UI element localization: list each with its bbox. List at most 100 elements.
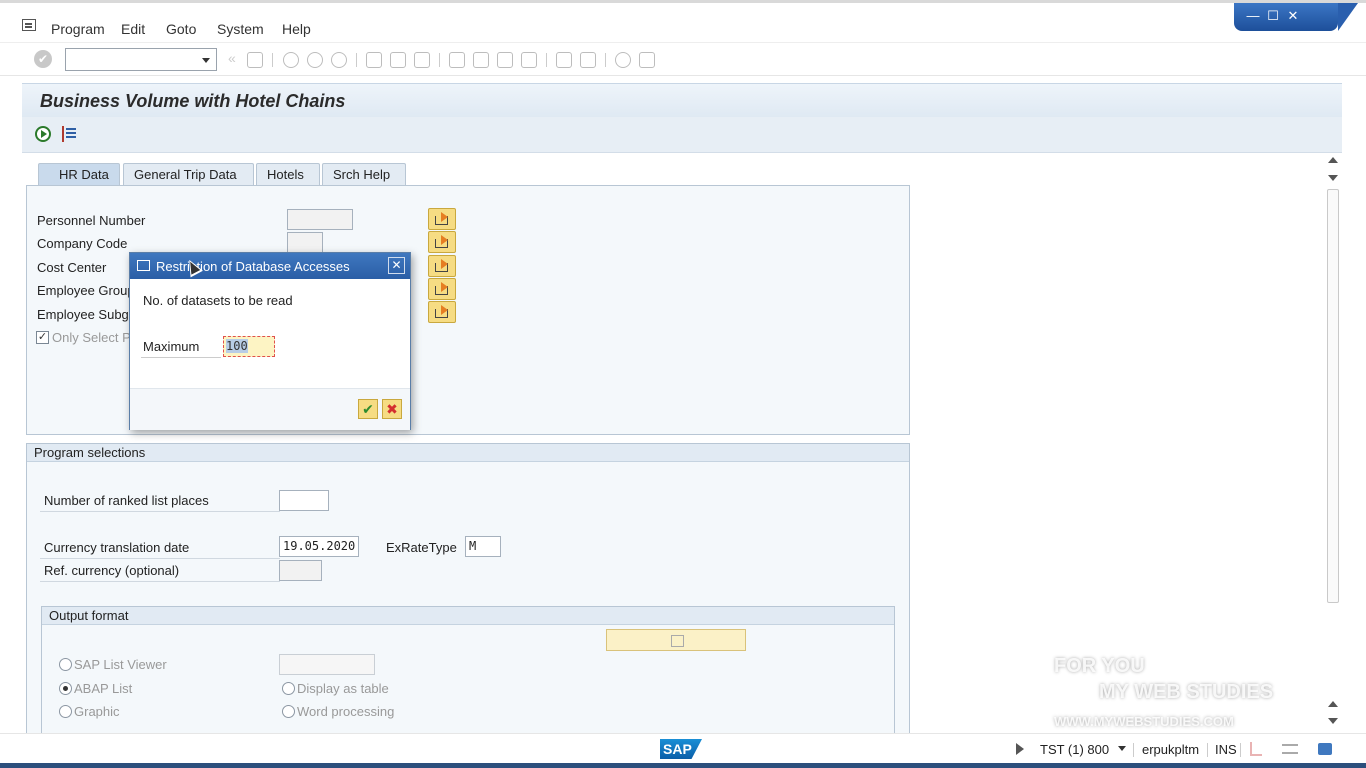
find-next-icon[interactable] <box>414 52 430 68</box>
menu-system[interactable]: System <box>217 21 264 37</box>
close-window-icon[interactable]: ✕ <box>1284 7 1302 24</box>
personnel-number-input[interactable] <box>287 209 353 230</box>
maximum-value: 100 <box>226 339 248 353</box>
sap-logo: SAP <box>660 739 702 759</box>
exit-icon[interactable] <box>307 52 323 68</box>
cost-center-label: Cost Center <box>37 260 107 275</box>
layout-icon[interactable] <box>1282 744 1298 754</box>
enter-check-icon[interactable]: ✔ <box>34 50 52 68</box>
multiple-selection-icon[interactable] <box>428 255 456 277</box>
radio-display-as-table[interactable] <box>282 682 295 695</box>
multiple-selection-icon[interactable] <box>428 208 456 230</box>
watermark-line2: MY WEB STUDIES <box>1099 681 1274 703</box>
program-selections-group: Program selections Number of ranked list… <box>26 443 910 736</box>
save-icon[interactable] <box>247 52 263 68</box>
only-select-label: Only Select P <box>52 330 131 345</box>
program-selections-title: Program selections <box>27 444 909 462</box>
exrate-type-input[interactable]: M <box>465 536 501 557</box>
only-select-checkbox[interactable]: ✓ <box>36 331 49 344</box>
system-info[interactable]: TST (1) 800 <box>1040 742 1109 757</box>
customize-layout-icon[interactable] <box>639 52 655 68</box>
next-page-icon[interactable] <box>497 52 513 68</box>
scroll-up-icon[interactable] <box>1328 701 1338 707</box>
menu-goto[interactable]: Goto <box>166 21 196 37</box>
chevron-down-icon[interactable] <box>1118 746 1126 751</box>
maximum-label: Maximum <box>143 339 200 354</box>
radio-graphic[interactable] <box>59 705 72 718</box>
find-icon[interactable] <box>390 52 406 68</box>
back-icon[interactable] <box>283 52 299 68</box>
output-options-button[interactable] <box>606 629 746 651</box>
scroll-up-icon[interactable] <box>1328 157 1338 163</box>
last-page-icon[interactable] <box>521 52 537 68</box>
output-format-title: Output format <box>42 607 894 625</box>
dialog-text: No. of datasets to be read <box>143 293 293 308</box>
multiple-selection-icon[interactable] <box>428 278 456 300</box>
maximum-input[interactable]: 100 <box>223 336 275 357</box>
selection-options-icon[interactable] <box>62 126 76 142</box>
display-as-table-label: Display as table <box>297 681 389 696</box>
tab-hr-data[interactable]: HR Data <box>38 163 120 185</box>
confirm-button[interactable]: ✔ <box>358 399 378 419</box>
watermark-line1: FOR YOU <box>1054 655 1145 677</box>
multiple-selection-icon[interactable] <box>428 301 456 323</box>
scroll-thumb[interactable] <box>1327 189 1339 603</box>
menu-bar: Program Edit Goto System Help — ☐ ✕ <box>0 0 1366 42</box>
status-bar: SAP TST (1) 800 erpukpltm INS <box>0 733 1366 768</box>
currency-date-label: Currency translation date <box>44 540 190 555</box>
exrate-type-label: ExRateType <box>386 540 457 555</box>
user-info: erpukpltm <box>1142 742 1200 757</box>
company-code-label: Company Code <box>37 236 128 251</box>
ranked-places-input[interactable] <box>279 490 329 511</box>
cancel-button[interactable]: ✖ <box>382 399 402 419</box>
employee-subgroup-label: Employee Subgr <box>37 307 134 322</box>
back-arrows-icon[interactable]: « <box>228 50 244 66</box>
scroll-down-icon[interactable] <box>1328 175 1338 181</box>
company-code-input[interactable] <box>287 232 323 253</box>
close-icon[interactable]: ✕ <box>388 257 405 274</box>
first-page-icon[interactable] <box>449 52 465 68</box>
help-icon[interactable] <box>615 52 631 68</box>
dialog-menu-icon[interactable] <box>137 260 150 271</box>
insert-mode: INS <box>1215 742 1237 757</box>
standard-toolbar: ✔ « <box>0 42 1366 76</box>
word-processing-label: Word processing <box>297 704 395 719</box>
maximize-icon[interactable]: ☐ <box>1264 7 1282 24</box>
execute-icon[interactable] <box>35 126 51 142</box>
tab-hotels[interactable]: Hotels <box>256 163 320 185</box>
shortcut-icon[interactable] <box>580 52 596 68</box>
menu-help[interactable]: Help <box>282 21 311 37</box>
scroll-down-icon[interactable] <box>1328 718 1338 724</box>
menu-program[interactable]: Program <box>51 21 105 37</box>
radio-word-processing[interactable] <box>282 705 295 718</box>
play-icon[interactable] <box>1016 743 1024 755</box>
employee-group-label: Employee Group <box>37 283 135 298</box>
radio-abap-list[interactable] <box>59 682 72 695</box>
output-format-group: Output format SAP List Viewer ABAP List … <box>41 606 895 736</box>
lock-status-icon <box>1250 742 1262 756</box>
ranked-places-label: Number of ranked list places <box>44 493 209 508</box>
cancel-icon[interactable] <box>331 52 347 68</box>
previous-page-icon[interactable] <box>473 52 489 68</box>
new-session-icon[interactable] <box>556 52 572 68</box>
window-controls: — ☐ ✕ <box>1234 3 1358 31</box>
chevron-down-icon[interactable] <box>202 58 210 63</box>
print-icon[interactable] <box>366 52 382 68</box>
personnel-number-label: Personnel Number <box>37 213 146 228</box>
minimize-icon[interactable]: — <box>1244 7 1262 24</box>
radio-sap-list-viewer[interactable] <box>59 658 72 671</box>
graphic-label: Graphic <box>74 704 120 719</box>
watermark-line3: WWW.MYWEBSTUDIES.COM <box>1054 714 1234 729</box>
system-menu-icon[interactable] <box>22 19 36 31</box>
tab-srch-help[interactable]: Srch Help <box>322 163 406 185</box>
menu-edit[interactable]: Edit <box>121 21 145 37</box>
tab-general-trip-data[interactable]: General Trip Data <box>123 163 254 185</box>
multiple-selection-icon[interactable] <box>428 231 456 253</box>
command-field[interactable] <box>65 48 217 71</box>
vertical-scrollbar[interactable] <box>1324 153 1342 733</box>
secure-lock-icon <box>1318 743 1332 755</box>
currency-date-input[interactable]: 19.05.2020 <box>279 536 359 557</box>
restriction-dialog: Restriction of Database Accesses ✕ No. o… <box>129 252 411 430</box>
layout-variant-input[interactable] <box>279 654 375 675</box>
ref-currency-input[interactable] <box>279 560 322 581</box>
